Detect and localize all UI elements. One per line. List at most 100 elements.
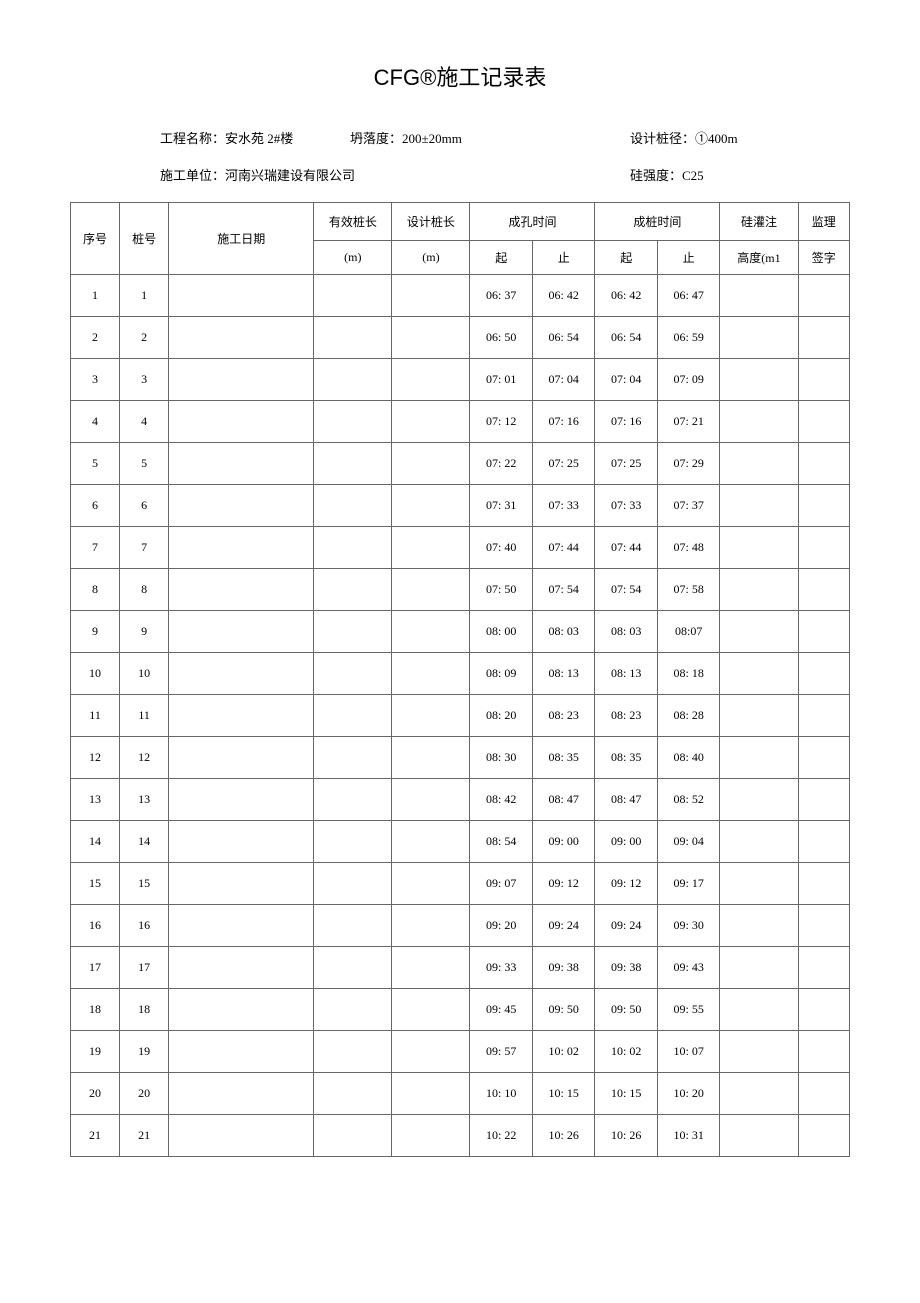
th-hole-stop: 止 <box>532 241 594 275</box>
cell-date <box>169 779 314 821</box>
cell-seq: 7 <box>71 527 120 569</box>
cell-pile-stop: 09: 43 <box>657 947 719 989</box>
cell-efflen <box>314 1031 392 1073</box>
cell-date <box>169 317 314 359</box>
cell-sign <box>798 863 849 905</box>
cell-seq: 21 <box>71 1115 120 1157</box>
cell-date <box>169 737 314 779</box>
cell-efflen <box>314 989 392 1031</box>
th-signature: 签字 <box>798 241 849 275</box>
cell-hole-start: 08: 42 <box>470 779 532 821</box>
table-row: 7707: 4007: 4407: 4407: 48 <box>71 527 850 569</box>
cell-hole-stop: 07: 25 <box>532 443 594 485</box>
cell-pour <box>720 443 798 485</box>
cell-pile: 3 <box>120 359 169 401</box>
meta-diameter-label: 设计桩径： <box>630 131 695 146</box>
cell-date <box>169 989 314 1031</box>
cell-pile-stop: 10: 07 <box>657 1031 719 1073</box>
cell-hole-start: 08: 20 <box>470 695 532 737</box>
cell-hole-start: 07: 22 <box>470 443 532 485</box>
cell-seq: 13 <box>71 779 120 821</box>
cell-sign <box>798 527 849 569</box>
cell-deslen <box>392 653 470 695</box>
cell-pour <box>720 989 798 1031</box>
cell-date <box>169 695 314 737</box>
cell-date <box>169 275 314 317</box>
cell-pile-start: 09: 00 <box>595 821 657 863</box>
th-height: 高度(m1 <box>720 241 798 275</box>
cell-deslen <box>392 737 470 779</box>
page-title: CFG®施工记录表 <box>70 60 850 92</box>
cell-pile: 9 <box>120 611 169 653</box>
cell-seq: 2 <box>71 317 120 359</box>
cell-hole-start: 09: 45 <box>470 989 532 1031</box>
cell-pour <box>720 275 798 317</box>
cell-pile: 7 <box>120 527 169 569</box>
table-row: 2206: 5006: 5406: 5406: 59 <box>71 317 850 359</box>
cell-date <box>169 443 314 485</box>
cell-hole-start: 09: 07 <box>470 863 532 905</box>
cell-pile-stop: 10: 20 <box>657 1073 719 1115</box>
cell-efflen <box>314 863 392 905</box>
cell-efflen <box>314 905 392 947</box>
table-row: 9908: 0008: 0308: 0308:07 <box>71 611 850 653</box>
cell-deslen <box>392 1073 470 1115</box>
th-deslen-unit: (m) <box>392 241 470 275</box>
cell-deslen <box>392 443 470 485</box>
cell-pile-stop: 09: 55 <box>657 989 719 1031</box>
meta-strength: 硅强度：C25 <box>630 165 704 184</box>
cell-pile-start: 08: 03 <box>595 611 657 653</box>
cell-efflen <box>314 443 392 485</box>
cell-seq: 10 <box>71 653 120 695</box>
cell-seq: 1 <box>71 275 120 317</box>
cell-seq: 12 <box>71 737 120 779</box>
cell-seq: 20 <box>71 1073 120 1115</box>
cell-seq: 16 <box>71 905 120 947</box>
cell-pile: 1 <box>120 275 169 317</box>
cell-hole-stop: 09: 24 <box>532 905 594 947</box>
meta-slump-label: 坍落度： <box>350 131 402 146</box>
cell-pour <box>720 569 798 611</box>
cell-hole-start: 08: 30 <box>470 737 532 779</box>
cell-seq: 4 <box>71 401 120 443</box>
cell-efflen <box>314 1115 392 1157</box>
cell-date <box>169 653 314 695</box>
cell-pile-start: 06: 42 <box>595 275 657 317</box>
cell-deslen <box>392 275 470 317</box>
meta-row-1: 工程名称：安水苑 2#楼 坍落度：200±20mm 设计桩径：①400m <box>70 128 850 147</box>
cell-pile-start: 09: 38 <box>595 947 657 989</box>
cell-hole-stop: 10: 02 <box>532 1031 594 1073</box>
cell-date <box>169 527 314 569</box>
cell-deslen <box>392 485 470 527</box>
cell-seq: 14 <box>71 821 120 863</box>
cell-efflen <box>314 485 392 527</box>
cell-date <box>169 485 314 527</box>
cell-seq: 15 <box>71 863 120 905</box>
cell-hole-stop: 09: 12 <box>532 863 594 905</box>
cell-efflen <box>314 317 392 359</box>
cell-date <box>169 905 314 947</box>
meta-row-2: 施工单位：河南兴瑞建设有限公司 硅强度：C25 <box>70 165 850 184</box>
cell-pour <box>720 695 798 737</box>
cell-deslen <box>392 569 470 611</box>
cell-pour <box>720 317 798 359</box>
cell-hole-stop: 10: 26 <box>532 1115 594 1157</box>
th-date: 施工日期 <box>169 203 314 275</box>
meta-contractor-label: 施工单位： <box>160 168 225 183</box>
cell-pour <box>720 1031 798 1073</box>
cell-pile-stop: 09: 04 <box>657 821 719 863</box>
cell-hole-stop: 09: 38 <box>532 947 594 989</box>
cell-pile-stop: 09: 30 <box>657 905 719 947</box>
cell-pour <box>720 737 798 779</box>
cell-sign <box>798 905 849 947</box>
cell-deslen <box>392 779 470 821</box>
table-row: 151509: 0709: 1209: 1209: 17 <box>71 863 850 905</box>
cell-pile-start: 07: 04 <box>595 359 657 401</box>
cell-date <box>169 569 314 611</box>
meta-slump-value: 200±20mm <box>402 131 462 146</box>
cell-hole-start: 08: 54 <box>470 821 532 863</box>
cell-date <box>169 611 314 653</box>
cell-efflen <box>314 359 392 401</box>
cell-deslen <box>392 695 470 737</box>
cell-sign <box>798 275 849 317</box>
